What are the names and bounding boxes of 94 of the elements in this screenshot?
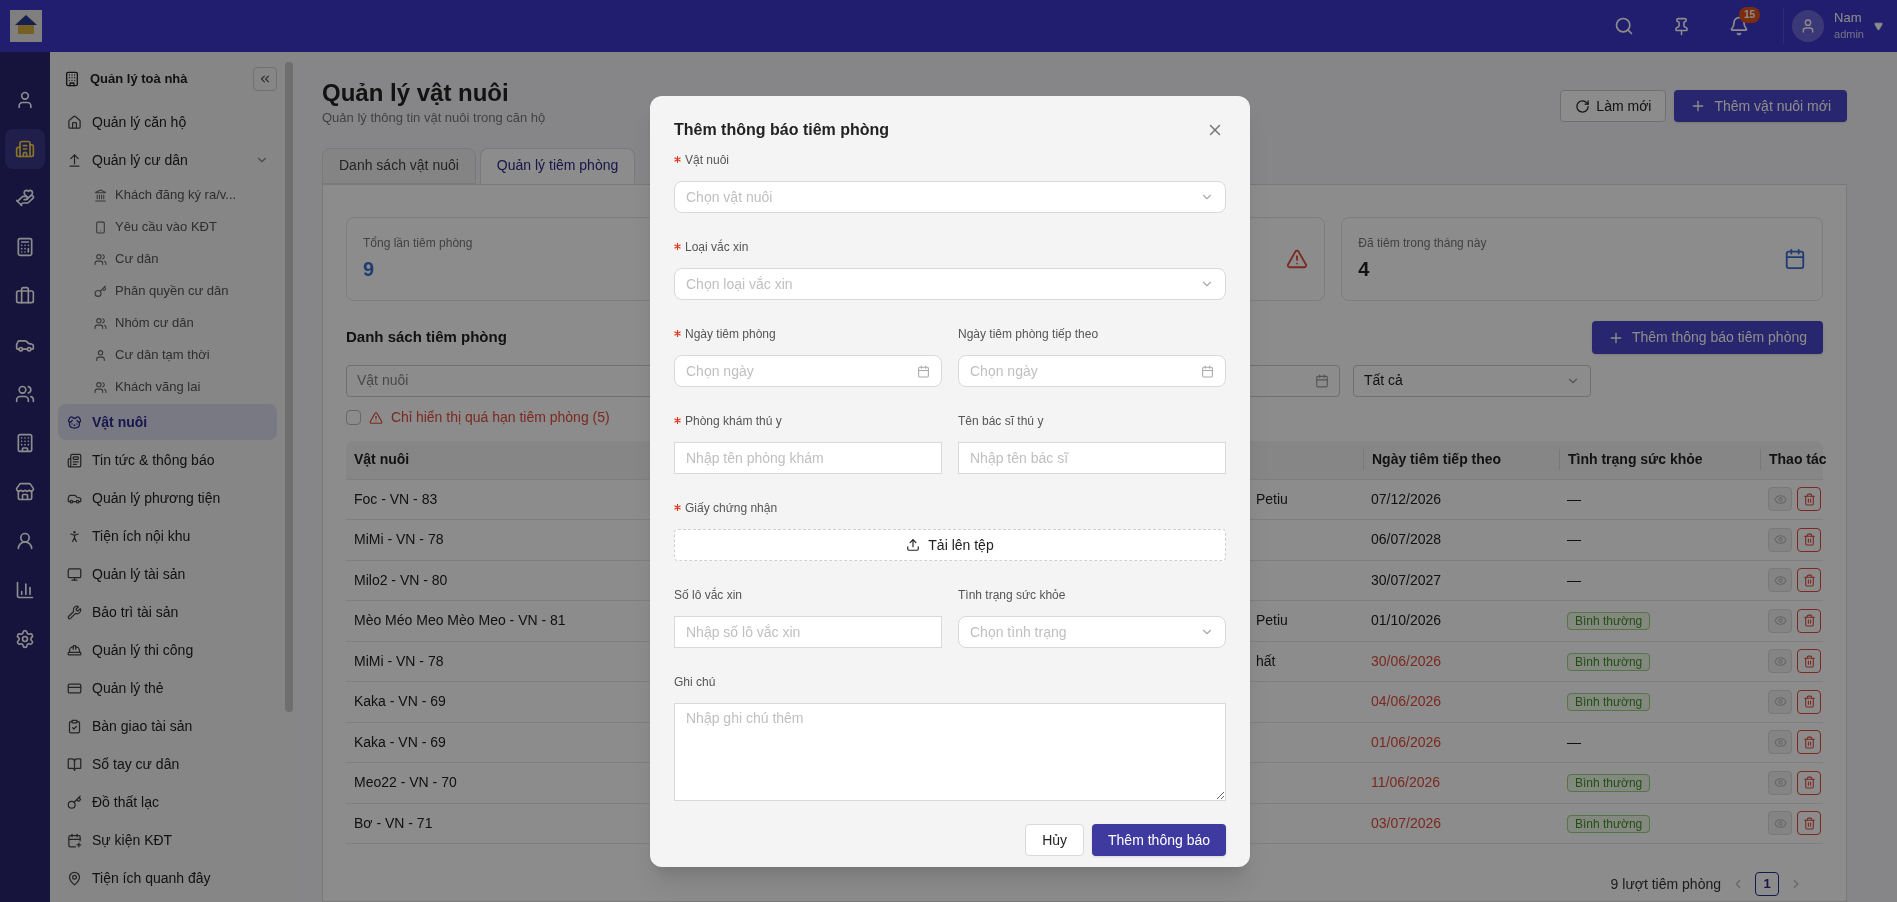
cancel-button[interactable]: Hủy [1025,824,1085,856]
sidebar-item[interactable]: Tiện ích quanh đây [58,860,277,896]
table-cell: 06/07/2028 [1371,531,1442,548]
page-button[interactable]: 1 [1755,872,1779,896]
text-field[interactable]: Nhập tên bác sĩ [958,442,1226,474]
sidebar-item[interactable]: Quản lý căn hộ [58,104,277,140]
pagination-summary: 9 lượt tiêm phòng [1610,874,1721,894]
column-header: Tình trạng sức khỏe [1559,449,1760,470]
user-role: admin [1834,27,1864,42]
table-cell: — [1567,571,1581,588]
status-select[interactable]: Tất cả [1353,364,1591,397]
sidebar-item[interactable]: Quản lý phương tiện [58,480,277,516]
field-label: Giấy chứng nhận [685,500,778,517]
table-cell: hất [1256,652,1276,669]
table-cell: Foc - VN - 83 [354,490,438,507]
table-cell: 01/10/2026 [1371,612,1442,629]
sidebar-subitem[interactable]: Khách đăng ký ra/v... [58,179,277,211]
tab[interactable]: Quản lý tiêm phòng [479,147,636,184]
status-badge: Bình thường [1567,693,1651,712]
table-cell: 30/06/2026 [1371,652,1442,669]
table-cell: Mèo Méo Meo Mèo Meo - VN - 81 [354,612,566,629]
column-header: Ngày tiêm tiếp theo [1363,449,1559,470]
status-badge: Bình thường [1567,774,1651,793]
text-field[interactable]: Nhập tên phòng khám [674,442,942,474]
stat-label: Đã tiêm trong tháng này [1358,234,1487,252]
sidebar-item[interactable]: Tiện ích nội khu [58,518,277,554]
page-title: Quản lý vật nuôi [322,78,510,108]
field-label: Số lô vắc xin [674,586,743,604]
table-cell: 30/07/2027 [1371,571,1442,588]
add-vaccination-button[interactable]: Thêm thông báo tiêm phòng [1591,321,1823,354]
table-cell: MiMi - VN - 78 [354,531,444,548]
sidebar-item[interactable]: Quản lý tài sản [58,556,277,592]
table-cell: 11/06/2026 [1371,774,1441,791]
sidebar-item[interactable]: Tin tức & thông báo [58,442,277,478]
table-cell: 04/06/2026 [1371,693,1442,710]
table-cell: 01/06/2026 [1371,733,1442,750]
page-subtitle: Quản lý thông tin vật nuôi trong căn hộ [322,109,547,127]
field-label: Ghi chú [674,674,716,691]
sidebar-subitem[interactable]: Cư dân [58,243,277,275]
sidebar-subitem[interactable]: Nhóm cư dân [58,307,277,339]
status-badge: Bình thường [1567,652,1651,671]
refresh-button[interactable]: Làm mới [1560,90,1667,122]
notification-badge: 15 [1739,7,1761,23]
table-cell: — [1567,531,1581,548]
sidebar-subitem[interactable]: Khách vãng lai [58,371,277,403]
add-pet-button[interactable]: Thêm vật nuôi mới [1674,90,1847,122]
column-header: Thao tác [1760,449,1843,470]
table-cell: Bơ - VN - 71 [354,814,433,831]
sidebar-subitem[interactable]: Phân quyền cư dân [58,275,277,307]
sidebar-item[interactable]: Sự kiện KĐT [58,822,277,858]
sidebar-item[interactable]: Bảo trì tài sản [58,594,277,630]
upload-button[interactable]: Tải lên tệp [674,529,1226,561]
sidebar-item[interactable]: Quản lý cư dân [58,142,277,178]
status-badge: Bình thường [1567,612,1651,631]
field-label: Tên bác sĩ thú y [958,413,1044,430]
table-cell: Petiu [1256,490,1288,507]
user-name: Nam [1834,10,1863,26]
sidebar-item[interactable]: Quản lý thi công [58,632,277,668]
sidebar-item[interactable]: Quản lý thẻ [58,670,277,706]
overdue-filter-label: Chỉ hiển thị quá hạn tiêm phòng (5) [391,408,610,427]
field-label: Phòng khám thú y [685,413,782,430]
table-cell: Petiu [1256,612,1288,629]
sidebar-item[interactable]: Đồ thất lạc [58,784,277,820]
stat-value: 4 [1358,256,1370,282]
field-label: Ngày tiêm phòng tiếp theo [958,326,1099,343]
stat-label: Tổng lần tiêm phòng [363,234,473,252]
column-header: Vật nuôi [354,451,410,467]
table-cell: 03/07/2026 [1371,814,1442,831]
table-cell: Milo2 - VN - 80 [354,571,448,588]
field-label: Tình trạng sức khỏe [958,587,1066,604]
text-field[interactable]: Nhập số lô vắc xin [674,616,942,648]
stat-value: 9 [363,256,375,282]
table-cell: Kaka - VN - 69 [354,733,446,750]
sidebar-subitem[interactable]: Yêu cầu vào KĐT [58,211,277,243]
table-cell: Meo22 - VN - 70 [354,774,457,791]
sidebar-title: Quản lý toà nhà [90,70,189,89]
dialog-title: Thêm thông báo tiêm phòng [674,120,891,140]
tab[interactable]: Danh sách vật nuôi [322,147,476,184]
field-label: Loại vắc xin [685,238,749,256]
table-cell: 07/12/2026 [1371,490,1442,507]
submit-button[interactable]: Thêm thông báo [1092,824,1226,856]
sidebar-item[interactable]: Sổ tay cư dân [58,746,277,782]
table-cell: Kaka - VN - 69 [354,693,446,710]
status-badge: Bình thường [1567,814,1651,833]
field-label: Ngày tiêm phòng [685,326,776,343]
sidebar-subitem[interactable]: Cư dân tạm thời [58,339,277,371]
notes-field[interactable]: Nhập ghi chú thêm [674,703,1226,801]
table-cell: — [1567,733,1581,750]
sidebar-item[interactable]: Vật nuôi [58,404,277,440]
section-title: Danh sách tiêm phòng [346,327,507,348]
sidebar-item[interactable]: Bàn giao tài sản [58,708,277,744]
table-cell: — [1567,490,1581,507]
field-label: Vật nuôi [685,152,730,169]
table-cell: MiMi - VN - 78 [354,652,444,669]
